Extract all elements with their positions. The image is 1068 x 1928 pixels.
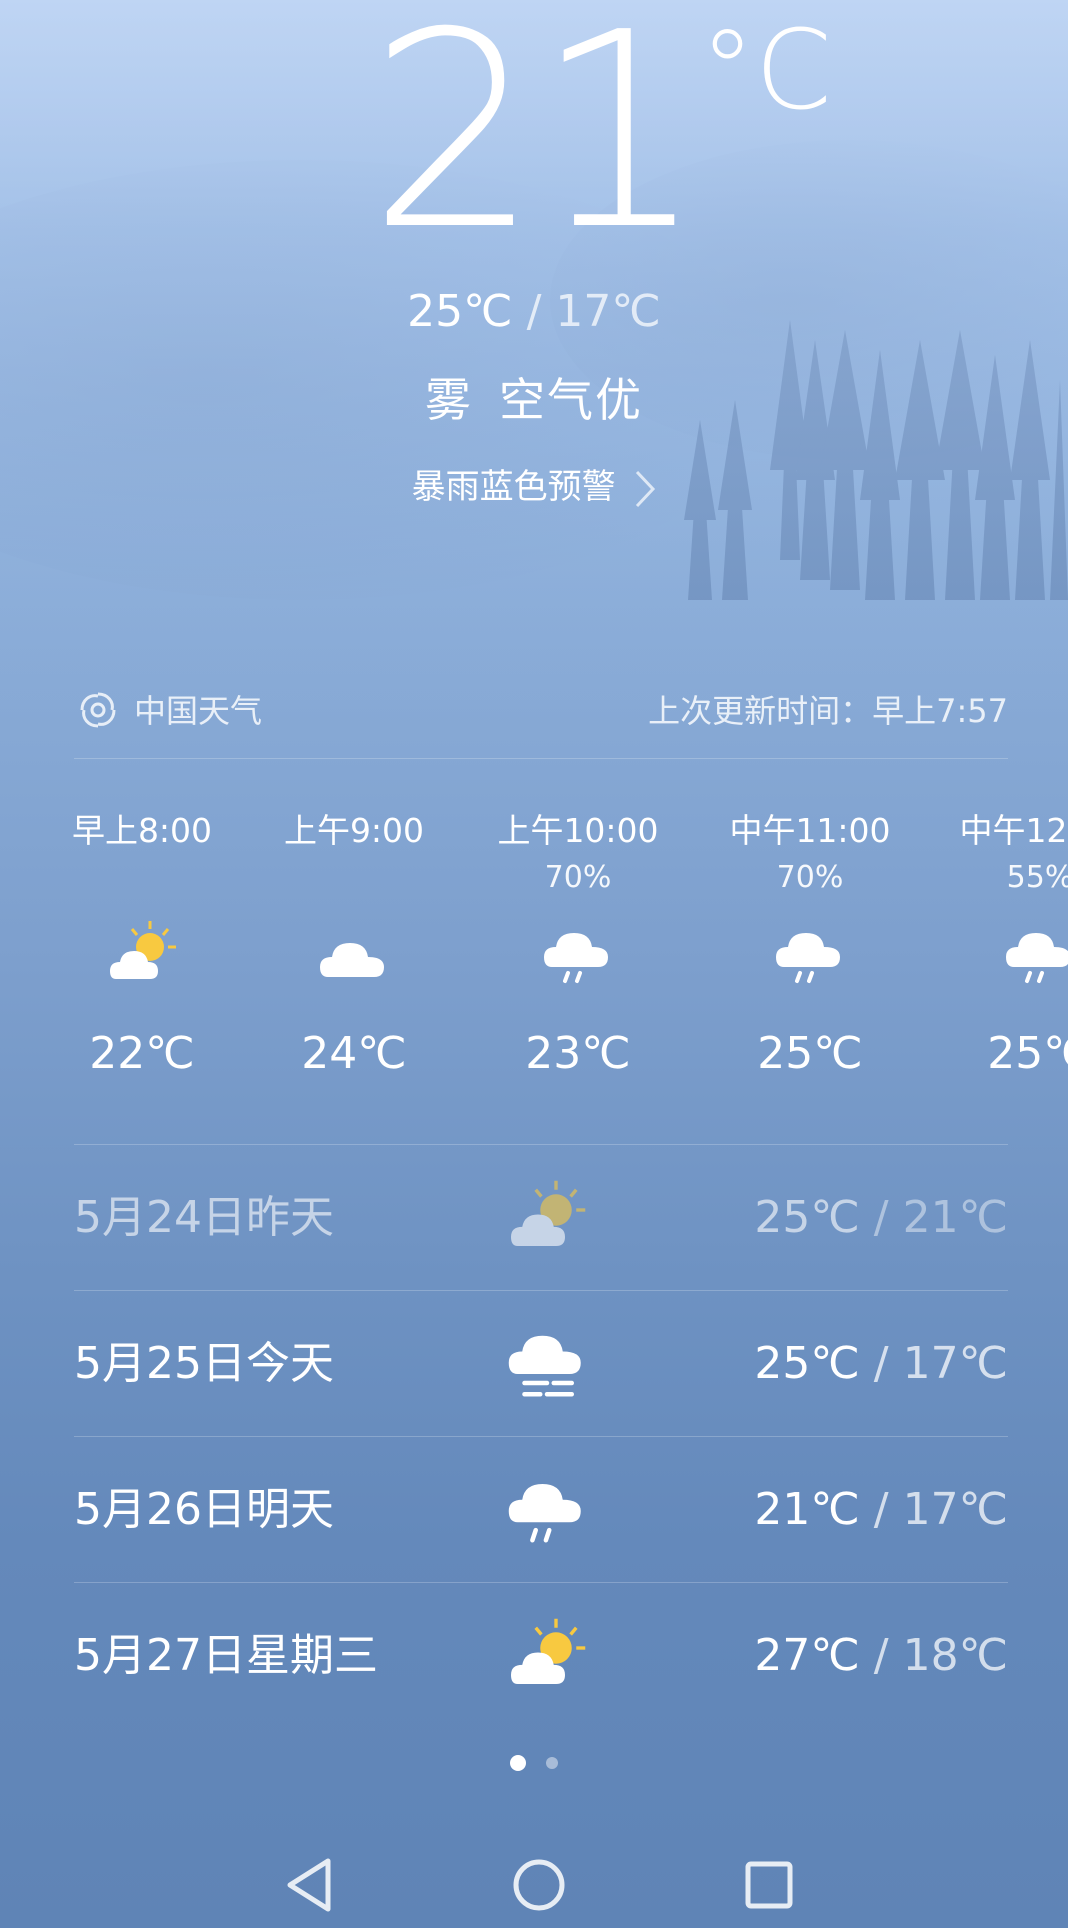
hour-temp: 22℃ (89, 1028, 195, 1079)
air-quality[interactable]: 空气优 (499, 373, 643, 427)
today-high-low: 25℃ / 17℃ (0, 282, 1068, 342)
day-date: 5月25日今天 (74, 1338, 334, 1389)
hour-precip: 55% (1006, 860, 1068, 895)
partly-sunny-icon (110, 921, 176, 979)
page-dot-active[interactable] (510, 1754, 526, 1771)
rain-icon (1006, 933, 1068, 983)
day-separator: / (873, 1338, 889, 1389)
weather-warning-link[interactable]: 暴雨蓝色预警 (0, 462, 1068, 512)
nav-home-button[interactable] (496, 1842, 582, 1928)
hour-temp: 25℃ (757, 1028, 863, 1079)
day-high: 25℃ (754, 1338, 860, 1389)
day-temps: 25℃ / 17℃ (754, 1332, 1008, 1396)
hour-temp: 25℃ (987, 1028, 1068, 1079)
divider (74, 1582, 1008, 1583)
today-high: 25℃ (407, 286, 513, 337)
hour-time: 上午9:00 (283, 811, 425, 850)
page-indicator[interactable] (0, 1752, 1068, 1772)
cloudy-icon (320, 943, 384, 977)
partly-sunny-icon (511, 1618, 586, 1684)
day-high: 21℃ (754, 1484, 860, 1535)
day-date: 5月24日昨天 (74, 1192, 334, 1243)
source-row: 中国天气 上次更新时间：早上7:57 (74, 682, 1008, 744)
day-temps: 27℃ / 18℃ (754, 1624, 1008, 1688)
divider (74, 1144, 1008, 1145)
day-low: 18℃ (902, 1630, 1008, 1681)
warning-text: 暴雨蓝色预警 (411, 467, 616, 507)
day-separator: / (873, 1630, 889, 1681)
day-low: 17℃ (902, 1484, 1008, 1535)
hourly-item: 早上8:00 22℃ (42, 806, 242, 1084)
condition-row: 雾空气优 (0, 368, 1068, 432)
day-high: 27℃ (754, 1630, 860, 1681)
today-low: 17℃ (555, 286, 661, 337)
daily-row[interactable]: 5月27日星期三 27℃ / 18℃ (74, 1584, 1008, 1728)
china-weather-logo-icon (80, 692, 116, 728)
rain-icon (544, 933, 608, 983)
hourly-overflow-clip: 中午12:00 55% 25℃ (940, 806, 1068, 1106)
temperature-unit: °C (700, 6, 832, 134)
day-temps: 21℃ / 17℃ (754, 1478, 1008, 1542)
daily-row[interactable]: 5月24日昨天 25℃ / 21℃ (74, 1146, 1008, 1290)
hour-time: 中午12:00 (959, 811, 1068, 850)
day-date: 5月27日星期三 (74, 1630, 378, 1681)
navigation-bar (0, 1842, 1068, 1928)
rain-icon (508, 1484, 581, 1543)
day-date: 5月26日明天 (74, 1484, 334, 1535)
recents-icon (745, 1861, 793, 1909)
daily-row[interactable]: 5月26日明天 21℃ / 17℃ (74, 1438, 1008, 1582)
page-dot[interactable] (546, 1756, 558, 1769)
day-high: 25℃ (754, 1192, 860, 1243)
hour-temp: 24℃ (301, 1028, 407, 1079)
current-temperature: 21 (368, 0, 706, 289)
hour-precip (42, 856, 242, 900)
hour-time: 中午11:00 (729, 811, 891, 850)
hourly-item: 中午12:00 55% 25℃ (940, 806, 1068, 1084)
day-separator: / (873, 1484, 889, 1535)
day-low: 17℃ (902, 1338, 1008, 1389)
source-name[interactable]: 中国天气 (134, 686, 262, 736)
chevron-right-icon (636, 470, 656, 507)
hourly-item: 中午11:00 70% 25℃ (710, 806, 910, 1084)
nav-back-button[interactable] (266, 1842, 352, 1928)
divider (74, 1290, 1008, 1291)
hour-precip: 70% (544, 860, 612, 895)
hour-precip (254, 856, 454, 900)
day-low: 21℃ (902, 1192, 1008, 1243)
daily-row[interactable]: 5月25日今天 25℃ / 17℃ (74, 1292, 1008, 1436)
condition-text: 雾 (425, 373, 473, 427)
partly-sunny-icon (511, 1180, 586, 1246)
home-icon (513, 1859, 565, 1911)
divider (74, 758, 1008, 759)
hour-temp: 23℃ (525, 1028, 631, 1079)
last-updated: 上次更新时间：早上7:57 (648, 692, 1008, 730)
hourly-item: 上午10:00 70% 23℃ (478, 806, 678, 1084)
high-low-separator: / (526, 286, 542, 337)
hour-time: 早上8:00 (71, 811, 213, 850)
rain-icon (776, 933, 840, 983)
hour-precip: 70% (776, 860, 844, 895)
divider (74, 1436, 1008, 1437)
hour-time: 上午10:00 (497, 811, 659, 850)
fog-icon (508, 1335, 581, 1397)
nav-recents-button[interactable] (726, 1842, 812, 1928)
day-separator: / (873, 1192, 889, 1243)
hourly-item: 上午9:00 24℃ (254, 806, 454, 1084)
day-temps: 25℃ / 21℃ (754, 1186, 1008, 1250)
back-icon (287, 1858, 331, 1912)
